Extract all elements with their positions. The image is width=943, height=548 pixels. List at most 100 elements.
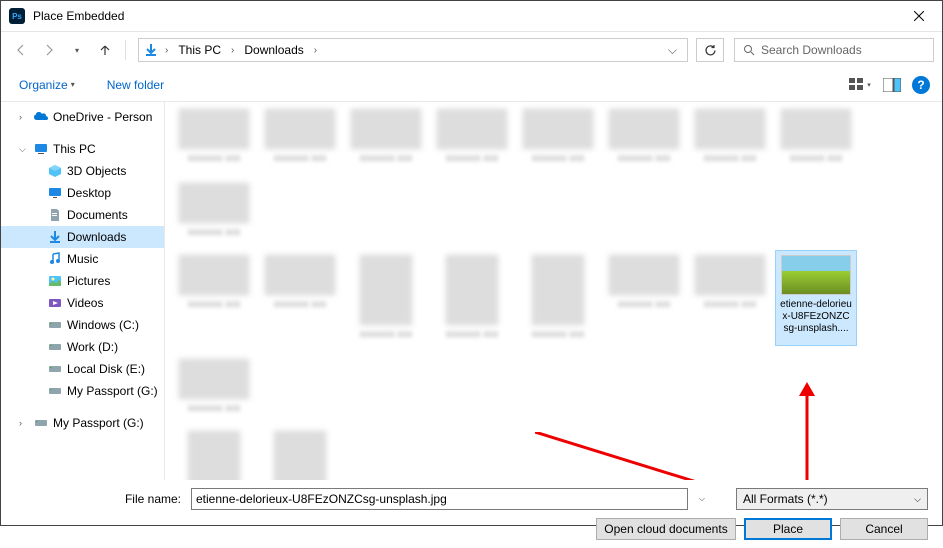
file-thumb[interactable]: xxxxxxx xxx — [689, 250, 771, 346]
file-thumb[interactable]: xxxxxxx xxx — [259, 250, 341, 346]
thumbnail-label: xxxxxxx xxx — [446, 329, 499, 341]
tree-item-music[interactable]: Music — [1, 248, 164, 270]
arrow-up-icon — [98, 43, 112, 57]
breadcrumb-folder[interactable]: Downloads — [240, 41, 307, 59]
downloads-icon — [143, 42, 159, 58]
file-thumb[interactable]: xxxxxxx xxx — [345, 104, 427, 170]
organize-button[interactable]: Organize▾ — [13, 74, 81, 96]
file-thumb[interactable]: xxxxxxx xxx — [345, 250, 427, 346]
file-thumb-selected[interactable]: etienne-delorieux-U8FEzONZCsg-unsplash..… — [775, 250, 857, 346]
tree-item-windows-c-[interactable]: Windows (C:) — [1, 314, 164, 336]
preview-pane-button[interactable] — [880, 74, 904, 96]
thumbnail-image — [609, 255, 679, 295]
search-icon — [743, 44, 755, 56]
tree-item-local-disk-e-[interactable]: Local Disk (E:) — [1, 358, 164, 380]
breadcrumb-dropdown[interactable]: ⌵ — [662, 43, 683, 58]
chevron-right-icon: › — [19, 112, 29, 122]
thumbnail-image — [179, 359, 249, 399]
open-cloud-button[interactable]: Open cloud documents — [596, 518, 736, 540]
file-thumb[interactable]: xxxxxxx xxx — [517, 104, 599, 170]
file-thumb[interactable]: xxxxxxx xxx — [689, 104, 771, 170]
folder-icon — [47, 273, 63, 289]
close-icon — [914, 11, 924, 21]
thumbnail-image — [351, 109, 421, 149]
thumbnail-label: xxxxxxx xxx — [274, 299, 327, 311]
thumbnail-label: xxxxxxx xxx — [188, 403, 241, 415]
thumbnail-label: xxxxxxx xxx — [618, 299, 671, 311]
search-input[interactable]: Search Downloads — [734, 38, 934, 62]
file-thumb[interactable]: xxxxxxx xxx — [259, 426, 341, 480]
file-thumb[interactable]: xxxxxxx xxx — [173, 104, 255, 170]
filename-input[interactable] — [191, 488, 688, 510]
folder-icon — [47, 229, 63, 245]
tree-item-my-passport-g-[interactable]: My Passport (G:) — [1, 380, 164, 402]
folder-icon — [47, 207, 63, 223]
view-mode-button[interactable]: ▾ — [848, 74, 872, 96]
thumbnail-image — [695, 109, 765, 149]
breadcrumb-root[interactable]: This PC — [174, 41, 225, 59]
file-thumb[interactable]: xxxxxxx xxx — [173, 354, 255, 420]
thumbnail-image — [695, 255, 765, 295]
file-thumb[interactable]: xxxxxxx xxx — [603, 104, 685, 170]
filename-dropdown[interactable]: ⌵ — [694, 494, 710, 504]
file-thumb[interactable]: xxxxxxx xxx — [259, 104, 341, 170]
thumbnail-image — [523, 109, 593, 149]
thumbnail-label: xxxxxxx xxx — [790, 153, 843, 165]
folder-icon — [47, 163, 63, 179]
file-thumb[interactable]: xxxxxxx xxx — [431, 250, 513, 346]
chevron-down-icon: ⌵ — [914, 494, 921, 505]
folder-icon — [47, 339, 63, 355]
app-icon: Ps — [9, 8, 25, 24]
address-bar[interactable]: › This PC › Downloads › ⌵ — [138, 38, 688, 62]
title-bar: Ps Place Embedded — [1, 1, 942, 32]
folder-icon — [47, 295, 63, 311]
thumbnail-image — [274, 431, 326, 480]
tree-onedrive[interactable]: › OneDrive - Person — [1, 106, 164, 128]
tree-item-my-passport-g-[interactable]: ›My Passport (G:) — [1, 412, 164, 434]
tree-item-work-d-[interactable]: Work (D:) — [1, 336, 164, 358]
file-thumb[interactable]: xxxxxxx xxx — [517, 250, 599, 346]
file-thumb[interactable]: xxxxxxx xxx — [603, 250, 685, 346]
folder-icon — [33, 415, 49, 431]
preview-pane-icon — [883, 78, 901, 92]
close-button[interactable] — [896, 1, 942, 32]
navigation-pane[interactable]: › OneDrive - Person ⌵ This PC 3D Objects… — [1, 102, 165, 480]
file-thumb[interactable]: xxxxxxx xxx — [431, 104, 513, 170]
file-thumb[interactable]: xxxxxxx xxx — [775, 104, 857, 170]
tree-item-pictures[interactable]: Pictures — [1, 270, 164, 292]
folder-icon — [47, 317, 63, 333]
thumbnail-image — [188, 431, 240, 480]
up-button[interactable] — [93, 38, 117, 62]
folder-icon — [47, 185, 63, 201]
place-button[interactable]: Place — [744, 518, 832, 540]
filename-label: File name: — [15, 492, 185, 506]
recent-button[interactable]: ▾ — [65, 38, 89, 62]
tree-this-pc[interactable]: ⌵ This PC — [1, 138, 164, 160]
tree-item-documents[interactable]: Documents — [1, 204, 164, 226]
tree-item-desktop[interactable]: Desktop — [1, 182, 164, 204]
file-thumb[interactable]: xxxxxxx xxx — [173, 178, 255, 244]
file-list[interactable]: xxxxxxx xxxxxxxxxx xxxxxxxxxx xxxxxxxxxx… — [165, 102, 942, 480]
thumbnail-label: xxxxxxx xxx — [532, 153, 585, 165]
back-button — [9, 38, 33, 62]
file-type-filter[interactable]: All Formats (*.*) ⌵ — [736, 488, 928, 510]
help-button[interactable]: ? — [912, 76, 930, 94]
forward-button — [37, 38, 61, 62]
thumbnail-image — [532, 255, 584, 325]
thumbnail-image — [179, 183, 249, 223]
cancel-button[interactable]: Cancel — [840, 518, 928, 540]
thumbnail-label: xxxxxxx xxx — [188, 299, 241, 311]
tree-item-videos[interactable]: Videos — [1, 292, 164, 314]
nav-bar: ▾ › This PC › Downloads › ⌵ Search Downl… — [1, 32, 942, 68]
folder-icon — [47, 383, 63, 399]
tree-item-downloads[interactable]: Downloads — [1, 226, 164, 248]
refresh-button[interactable] — [696, 38, 724, 62]
file-thumb[interactable]: xxxxxxx xxx — [173, 426, 255, 480]
arrow-right-icon — [42, 43, 56, 57]
thumbnail-label: xxxxxxx xxx — [188, 153, 241, 165]
tree-item-3d-objects[interactable]: 3D Objects — [1, 160, 164, 182]
thumbnail-image — [609, 109, 679, 149]
new-folder-button[interactable]: New folder — [101, 74, 170, 96]
thumbnail-image — [179, 255, 249, 295]
file-thumb[interactable]: xxxxxxx xxx — [173, 250, 255, 346]
